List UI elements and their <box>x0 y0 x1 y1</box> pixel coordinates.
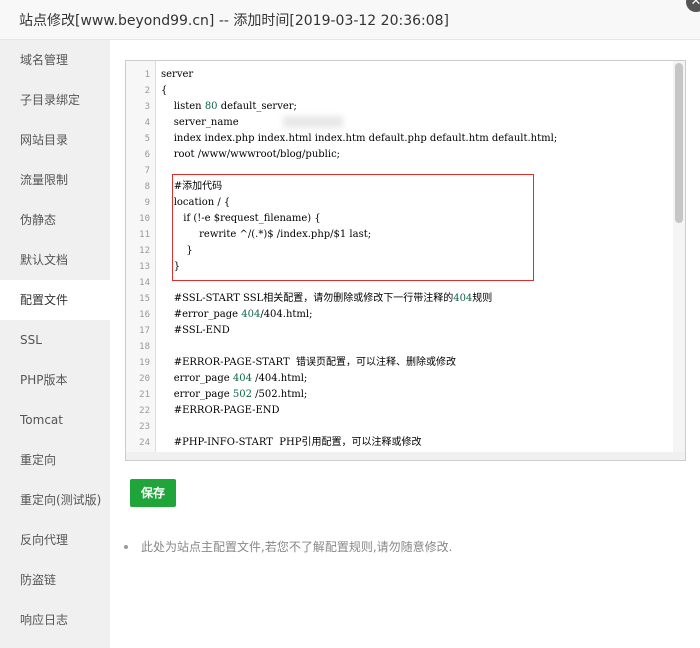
sidebar-item-rewrite[interactable]: 伪静态 <box>0 200 110 240</box>
sidebar-item-reverse-proxy[interactable]: 反向代理 <box>0 520 110 560</box>
sidebar-item-redirect[interactable]: 重定向 <box>0 440 110 480</box>
dialog-titlebar: 站点修改[www.beyond99.cn] -- 添加时间[2019-03-12… <box>0 0 700 40</box>
sidebar-item-hotlink[interactable]: 防盗链 <box>0 560 110 600</box>
config-warning-text: 此处为站点主配置文件,若您不了解配置规则,请勿随意修改. <box>141 540 453 554</box>
added-code-highlight <box>172 174 534 281</box>
sidebar-item-site-directory[interactable]: 网站目录 <box>0 120 110 160</box>
editor-scrollbar-thumb[interactable] <box>675 63 683 223</box>
code-line: 19 #ERROR-PAGE-START 错误页配置，可以注释、删除或修改 <box>139 357 457 368</box>
editor-horizontal-scrollbar[interactable] <box>126 452 685 460</box>
code-line: 5 index index.php index.html index.htm d… <box>144 133 558 144</box>
code-line: 24 #PHP-INFO-START PHP引用配置，可以注释或修改 <box>139 437 422 448</box>
sidebar-item-default-doc[interactable]: 默认文档 <box>0 240 110 280</box>
dialog-title: 站点修改[www.beyond99.cn] -- 添加时间[2019-03-12… <box>19 13 450 29</box>
code-line: 21 error_page 502 /502.html; <box>139 389 308 400</box>
close-icon[interactable]: ✕ <box>686 0 700 12</box>
sidebar-item-response-log[interactable]: 响应日志 <box>0 600 110 640</box>
save-button[interactable]: 保存 <box>130 479 176 507</box>
code-line: 15 #SSL-START SSL相关配置，请勿删除或修改下一行带注释的404规… <box>139 293 493 304</box>
code-line: 1 server <box>144 69 194 80</box>
code-line: 16 #error_page 404/404.html; <box>139 309 313 320</box>
code-line: 20 error_page 404 /404.html; <box>139 373 308 384</box>
sidebar: 域名管理 子目录绑定 网站目录 流量限制 伪静态 默认文档 配置文件 SSL P… <box>0 40 110 648</box>
code-line: 18 <box>139 342 150 352</box>
sidebar-item-config-file[interactable]: 配置文件 <box>0 280 110 320</box>
code-line: 3 listen 80 default_server; <box>144 101 297 112</box>
code-line: 2{ <box>144 85 168 96</box>
code-line: 22 #ERROR-PAGE-END <box>139 405 280 416</box>
bullet-icon <box>124 544 128 549</box>
sidebar-item-php-version[interactable]: PHP版本 <box>0 360 110 400</box>
sidebar-item-tomcat[interactable]: Tomcat <box>0 400 110 440</box>
sidebar-item-subdirectory[interactable]: 子目录绑定 <box>0 80 110 120</box>
code-line: 17 #SSL-END <box>139 325 230 336</box>
config-warning-note: 此处为站点主配置文件,若您不了解配置规则,请勿随意修改. <box>124 538 452 555</box>
code-line: 23 <box>139 422 150 432</box>
sidebar-item-ssl[interactable]: SSL <box>0 320 110 360</box>
sidebar-item-domain[interactable]: 域名管理 <box>0 40 110 80</box>
sidebar-item-redirect-beta[interactable]: 重定向(测试版) <box>0 480 110 520</box>
code-line: 6 root /www/wwwroot/blog/public; <box>144 149 341 160</box>
redacted-server-name <box>283 116 343 128</box>
code-line: 4 server_name <box>144 117 239 128</box>
sidebar-item-traffic-limit[interactable]: 流量限制 <box>0 160 110 200</box>
